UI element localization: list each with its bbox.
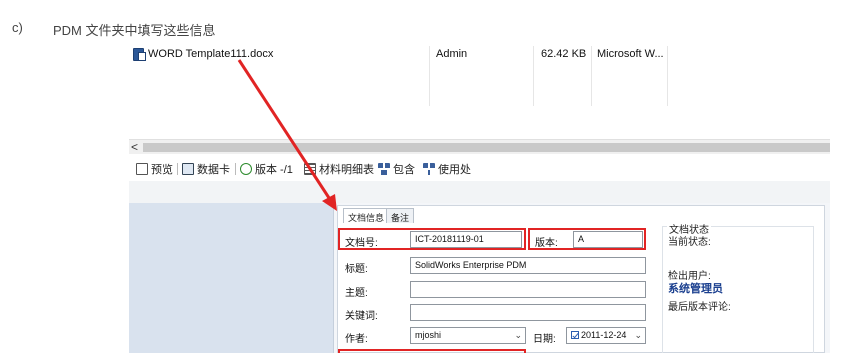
doc-instruction-text: PDM 文件夹中填写这些信息 [53,23,216,38]
annotation-arrow-line [237,59,333,202]
annotation-arrow [237,59,337,211]
pdm-explorer-screenshot: WORD Template111.docx Admin 62.42 KB Mic… [129,41,830,353]
doc-step-marker: c) [12,20,23,35]
